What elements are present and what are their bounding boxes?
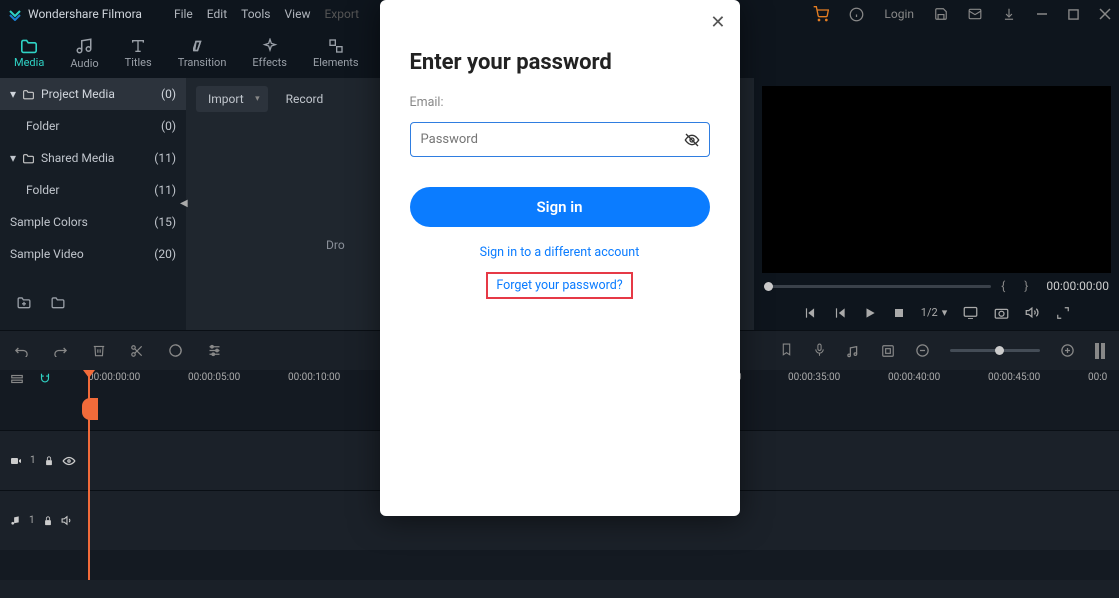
signin-button-label: Sign in	[537, 198, 583, 216]
forgot-password-link[interactable]: Forget your password?	[486, 272, 632, 299]
password-modal: ✕ Enter your password Email: Sign in Sig…	[380, 0, 740, 516]
eye-off-icon[interactable]	[684, 132, 700, 148]
signin-button[interactable]: Sign in	[410, 187, 710, 227]
close-icon[interactable]: ✕	[710, 12, 725, 33]
password-input[interactable]	[410, 122, 710, 157]
email-label: Email:	[410, 95, 710, 110]
different-account-link[interactable]: Sign in to a different account	[410, 245, 710, 260]
modal-title: Enter your password	[410, 50, 710, 75]
modal-overlay: ✕ Enter your password Email: Sign in Sig…	[0, 0, 1119, 598]
